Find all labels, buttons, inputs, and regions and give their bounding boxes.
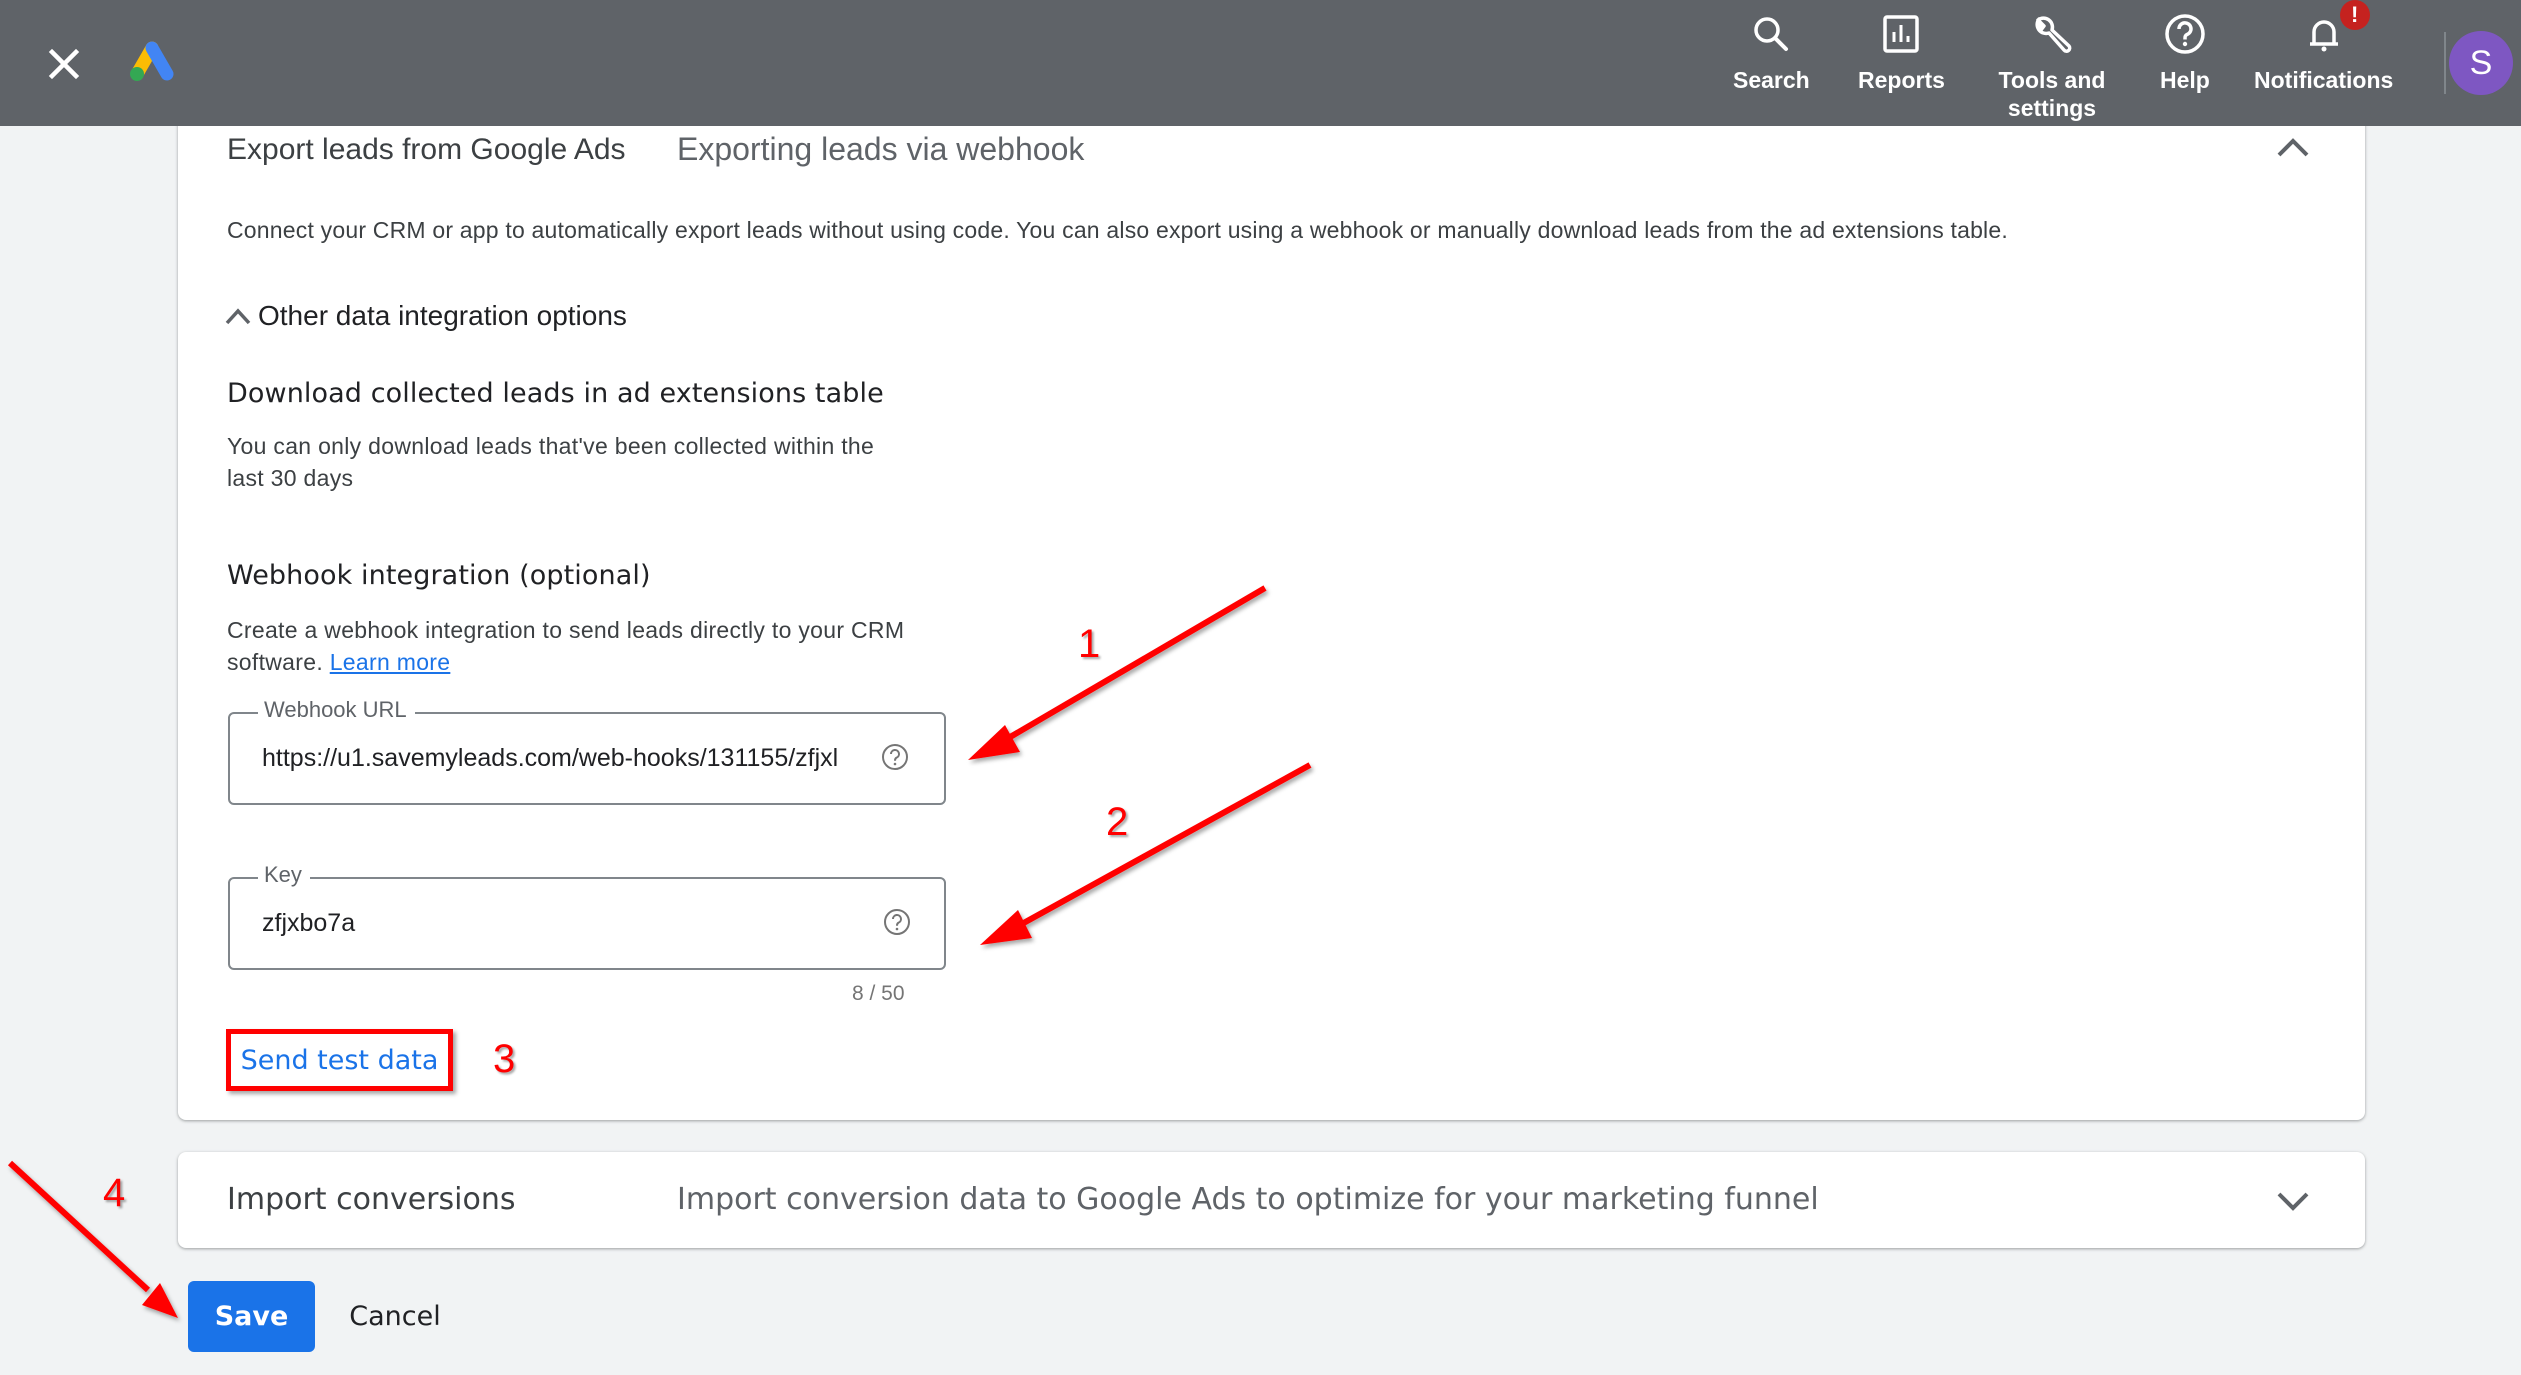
notification-badge: !	[2339, 0, 2370, 30]
top-app-bar: Search Reports Tools and settings Help !…	[0, 0, 2521, 126]
nav-notifications-label: Notifications	[2254, 67, 2394, 93]
help-circle-icon[interactable]	[880, 742, 910, 772]
search-icon	[1749, 12, 1793, 56]
export-description: Connect your CRM or app to automatically…	[227, 217, 2008, 243]
webhook-heading: Webhook integration (optional)	[227, 560, 651, 591]
bell-icon: !	[2302, 0, 2370, 56]
header-divider	[2444, 32, 2446, 94]
nav-help-label: Help	[2160, 67, 2210, 93]
annotation-step3: 3	[493, 1037, 516, 1081]
nav-search-label: Search	[1733, 67, 1810, 93]
download-heading: Download collected leads in ad extension…	[227, 378, 884, 409]
chevron-down-icon	[2277, 1192, 2309, 1211]
cancel-button[interactable]: Cancel	[340, 1281, 450, 1352]
key-label: Key	[258, 862, 310, 888]
key-field[interactable]: Key zfjxbo7a	[228, 862, 946, 970]
google-ads-logo[interactable]	[128, 40, 178, 84]
arrow-step4	[7, 1160, 178, 1318]
import-section-title: Import conversions	[227, 1182, 516, 1217]
annotation-step1: 1	[1078, 622, 1101, 666]
webhook-text-line2: software.	[227, 649, 324, 675]
expand-import-button[interactable]	[2273, 1180, 2313, 1220]
import-section-subtitle: Import conversion data to Google Ads to …	[677, 1182, 1819, 1217]
close-button[interactable]	[40, 40, 88, 88]
nav-search[interactable]: Search	[1733, 12, 1810, 94]
nav-reports-label: Reports	[1858, 67, 1945, 93]
import-conversions-panel[interactable]: Import conversions Import conversion dat…	[178, 1152, 2365, 1248]
chevron-up-icon	[2277, 138, 2309, 157]
export-section-subtitle: Exporting leads via webhook	[677, 131, 1085, 167]
nav-help[interactable]: Help	[2160, 12, 2210, 94]
save-button[interactable]: Save	[188, 1281, 315, 1352]
other-options-toggle[interactable]: Other data integration options	[224, 300, 627, 332]
reports-icon	[1879, 12, 1923, 56]
webhook-url-label: Webhook URL	[258, 697, 415, 723]
nav-notifications[interactable]: ! Notifications	[2254, 0, 2394, 94]
key-character-counter: 8 / 50	[852, 982, 905, 1005]
chevron-up-icon	[225, 308, 251, 325]
webhook-description: Create a webhook integration to send lea…	[227, 614, 904, 678]
other-options-label: Other data integration options	[258, 300, 627, 331]
key-input[interactable]: zfjxbo7a	[262, 909, 882, 938]
nav-tools-settings[interactable]: Tools and settings	[1990, 12, 2114, 122]
account-avatar[interactable]: S	[2449, 31, 2513, 95]
annotation-step4: 4	[103, 1171, 126, 1215]
download-text-line2: last 30 days	[227, 465, 354, 491]
nav-tools-label: Tools and settings	[1998, 67, 2106, 121]
webhook-text-line1: Create a webhook integration to send lea…	[227, 617, 905, 643]
webhook-url-field[interactable]: Webhook URL https://u1.savemyleads.com/w…	[228, 697, 946, 805]
send-test-data-highlight: Send test data	[226, 1029, 453, 1091]
annotation-step2: 2	[1106, 800, 1129, 844]
download-text-line1: You can only download leads that've been…	[227, 433, 875, 459]
download-description: You can only download leads that've been…	[227, 430, 874, 494]
close-icon	[48, 48, 80, 80]
learn-more-link[interactable]: Learn more	[330, 649, 451, 675]
help-circle-icon[interactable]	[882, 907, 912, 937]
wrench-icon	[2030, 12, 2074, 56]
help-icon	[2163, 12, 2207, 56]
nav-reports[interactable]: Reports	[1858, 12, 1945, 94]
export-section-title: Export leads from Google Ads	[227, 133, 626, 166]
webhook-url-input[interactable]: https://u1.savemyleads.com/web-hooks/131…	[262, 744, 877, 773]
collapse-export-button[interactable]	[2273, 129, 2313, 169]
send-test-data-button[interactable]: Send test data	[241, 1045, 439, 1076]
